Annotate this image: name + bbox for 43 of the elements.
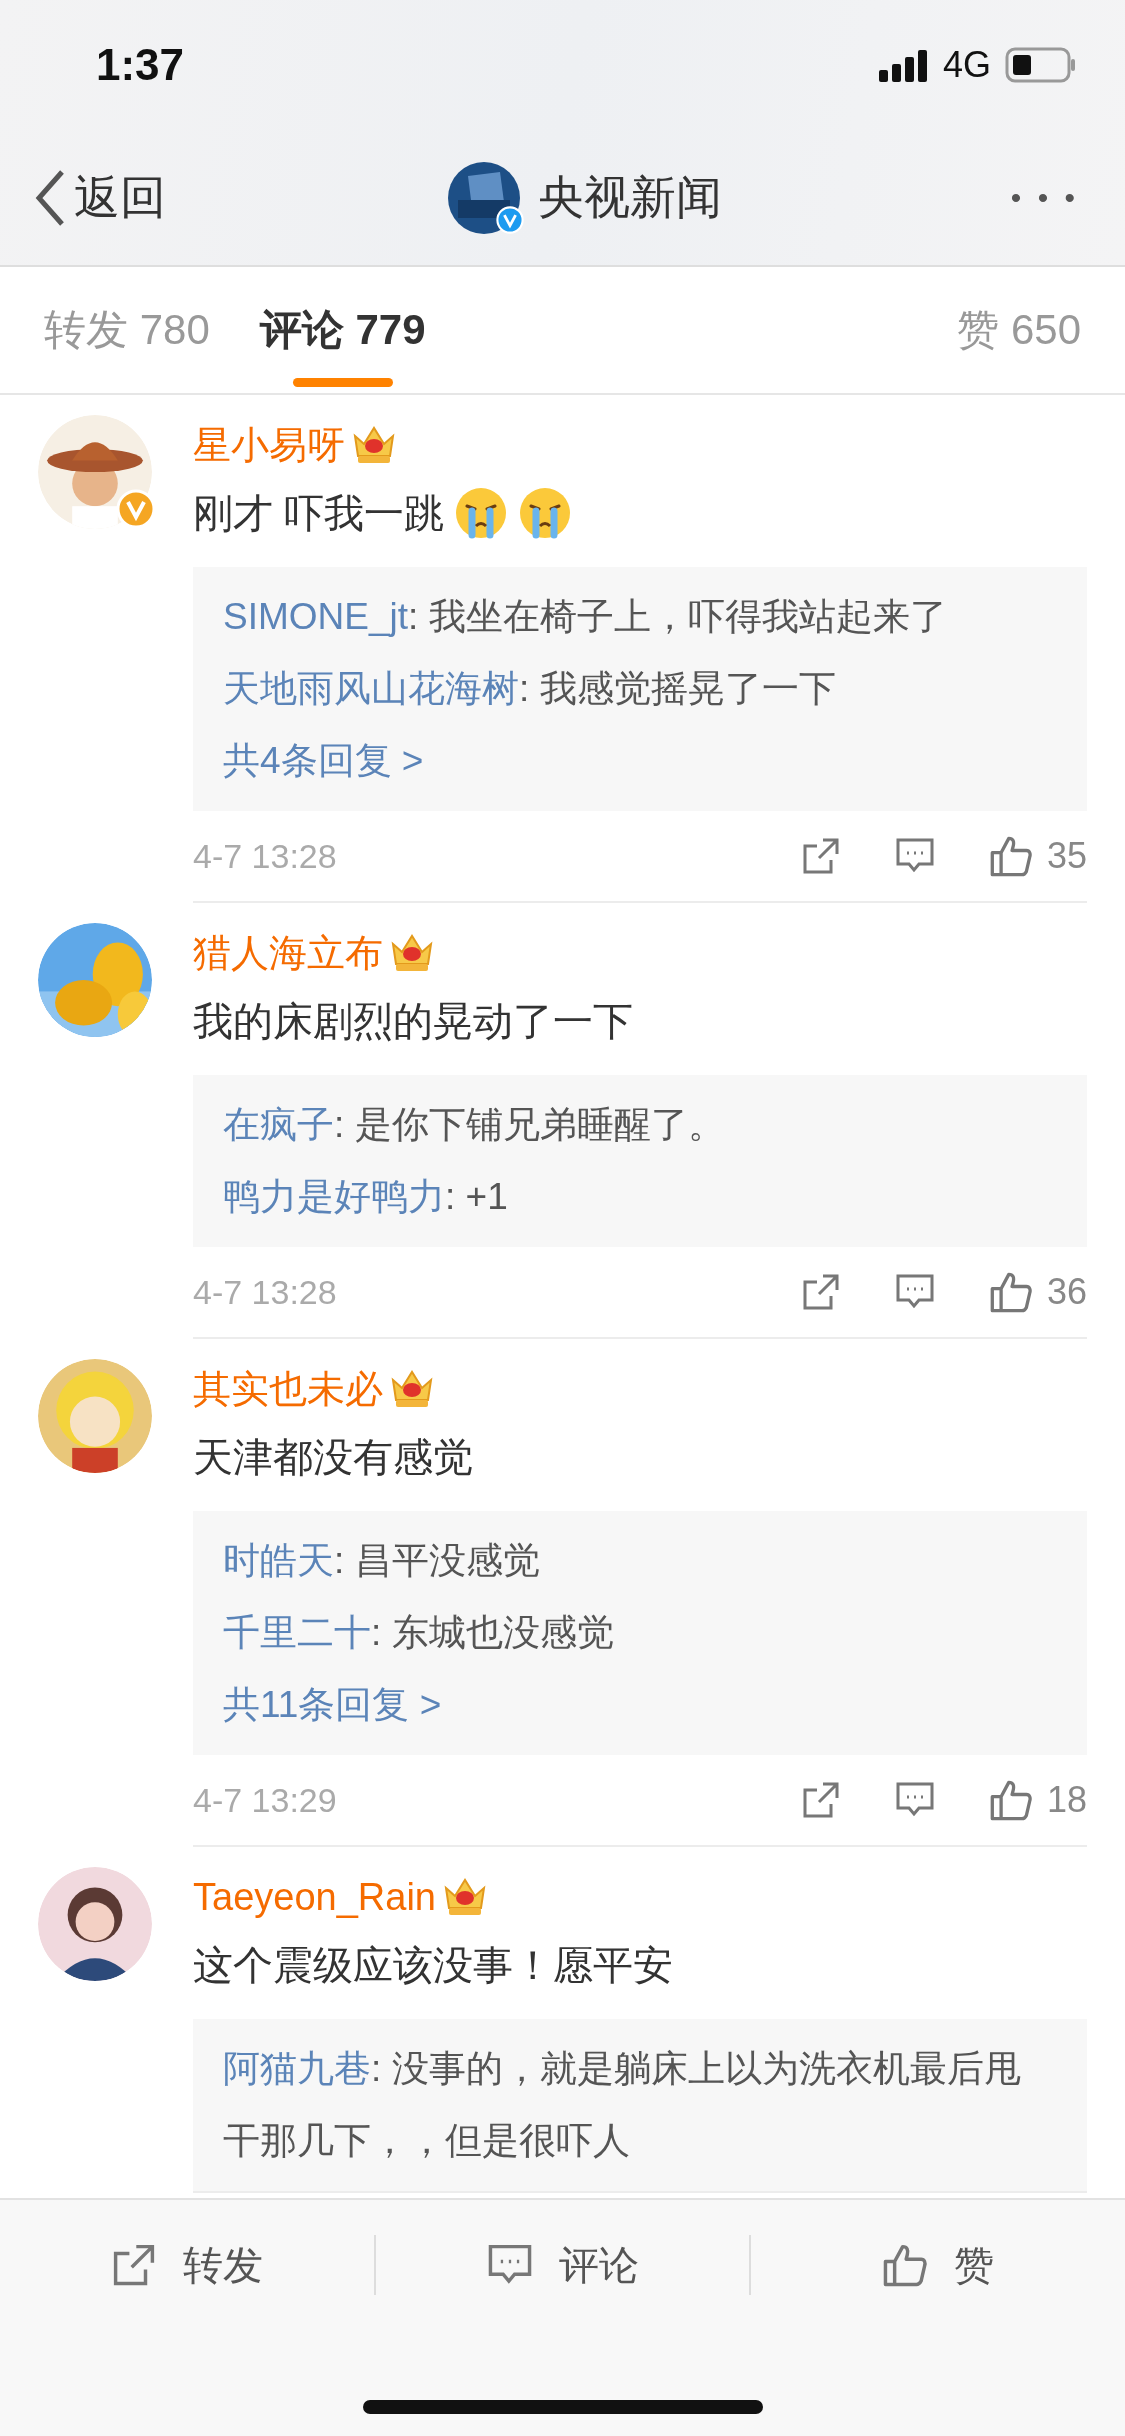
comment-time: 4-7 13:28 — [193, 836, 337, 876]
comment-text: 我的床剧烈的晃动了一下 — [193, 997, 633, 1045]
like-button[interactable]: 36 — [988, 1270, 1087, 1314]
tab[interactable]: 评论 779 — [259, 267, 426, 393]
status-time: 1:37 — [96, 40, 185, 90]
signal-icon — [878, 48, 929, 82]
more-replies-link[interactable]: 共4条回复 > — [223, 725, 424, 797]
user-name[interactable]: 星小易呀 — [193, 419, 345, 471]
reply-text: 阿猫九巷: 没事的，就是躺床上以为洗衣机最后甩干那几下，，但是很吓人 — [223, 2047, 1022, 2163]
user-name[interactable]: Taeyeon_Rain — [193, 1875, 436, 1919]
reply-text: 鸭力是好鸭力: +1 — [223, 1175, 509, 1219]
tab[interactable]: 转发 780 — [44, 267, 210, 393]
comment-text: 天津都没有感觉 — [193, 1433, 473, 1481]
more-button[interactable]: • • • — [1004, 179, 1085, 216]
thumbs-up-icon — [882, 2242, 929, 2288]
thumbs-up-icon — [988, 834, 1033, 878]
reply-text: 千里二十: 东城也没感觉 — [223, 1611, 615, 1655]
channel-title: 央视新闻 — [538, 169, 723, 225]
network-label: 4G — [942, 44, 991, 86]
crying-emoji-icon — [518, 486, 573, 540]
reply-text: 时皓天: 昌平没感觉 — [223, 1539, 541, 1583]
crying-emoji-icon — [454, 486, 509, 540]
back-chevron-icon — [34, 168, 66, 227]
user-name[interactable]: 猎人海立布 — [193, 927, 383, 979]
comment-text: 这个震级应该没事！愿平安 — [193, 1941, 673, 1989]
like-action-button[interactable]: 赞 — [749, 2235, 1125, 2295]
back-button[interactable]: 返回 — [34, 166, 166, 229]
user-name[interactable]: 其实也未必 — [193, 1363, 383, 1415]
thumbs-up-icon — [988, 1270, 1033, 1314]
comment-text: 刚才 吓我一跳 — [193, 489, 445, 537]
reply-text: 在疯子: 是你下铺兄弟睡醒了。 — [223, 1103, 726, 1147]
tab[interactable]: 赞 650 — [957, 267, 1081, 393]
thumbs-up-icon — [988, 1778, 1033, 1822]
like-button[interactable]: 35 — [988, 834, 1087, 878]
reply-text: 天地雨风山花海树: 我感觉摇晃了一下 — [223, 667, 837, 711]
share-action-button[interactable]: 转发 — [0, 2235, 374, 2295]
comment-action-button[interactable]: 评论 — [373, 2235, 750, 2295]
reply-text: SIMONE_jt: 我坐在椅子上，吓得我站起来了 — [223, 595, 948, 639]
battery-icon — [1005, 47, 1077, 83]
comment-time: 4-7 13:28 — [193, 1272, 337, 1312]
like-button[interactable]: 18 — [988, 1778, 1087, 1822]
more-replies-link[interactable]: 共11条回复 > — [223, 1669, 442, 1741]
comment-time: 4-7 13:29 — [193, 1780, 337, 1820]
